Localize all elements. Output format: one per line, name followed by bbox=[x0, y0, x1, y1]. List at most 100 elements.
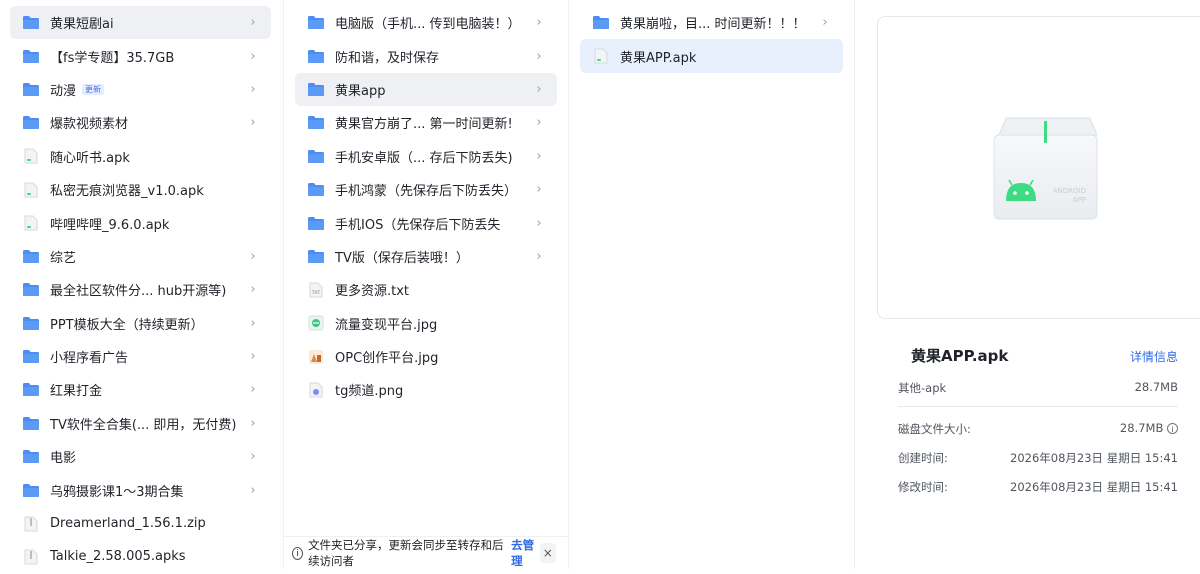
folder-icon bbox=[22, 349, 40, 365]
folder-row[interactable]: TV版（保存后装哦！） › bbox=[295, 240, 557, 273]
folder-icon bbox=[22, 81, 40, 97]
update-badge: 更新 bbox=[82, 83, 105, 95]
folder-icon bbox=[307, 248, 325, 264]
folder-row[interactable]: 黄果崩啦，目... 时间更新！！！ › bbox=[580, 6, 843, 39]
item-name: 更多资源.txt bbox=[335, 284, 410, 300]
chevron-right-icon: › bbox=[536, 115, 542, 131]
folder-row[interactable]: 【fs学专题】35.7GB › bbox=[10, 39, 271, 72]
chevron-right-icon: › bbox=[250, 415, 256, 431]
item-name: OPC创作平台.jpg bbox=[335, 351, 439, 367]
file-row[interactable]: Dreamerland_1.56.1.zip bbox=[10, 507, 271, 540]
image-file-icon bbox=[307, 349, 325, 365]
folder-row[interactable]: 黄果短剧ai › bbox=[10, 6, 271, 40]
item-name: 黄果app bbox=[335, 83, 386, 99]
manage-link[interactable]: 去管理 bbox=[511, 537, 539, 569]
folder-row[interactable]: 爆款视频素材 › bbox=[10, 106, 271, 139]
chevron-right-icon: › bbox=[250, 449, 256, 465]
item-name: 哔哩哔哩_9.6.0.apk bbox=[50, 217, 170, 233]
right-file-list: 黄果崩啦，目... 时间更新！！！ › 黄果APP.apk bbox=[569, 0, 854, 73]
folder-row[interactable]: 综艺 › bbox=[10, 240, 271, 273]
item-name: Dreamerland_1.56.1.zip bbox=[50, 516, 206, 532]
file-row[interactable]: TXT 更多资源.txt bbox=[295, 273, 557, 306]
item-name: 流量变现平台.jpg bbox=[335, 317, 438, 333]
item-name: 手机IOS（先保存后下防丢失 bbox=[335, 217, 501, 233]
folder-icon bbox=[22, 482, 40, 498]
folder-row[interactable]: 手机安卓版（... 存后下防丢失) › bbox=[295, 140, 557, 173]
folder-row[interactable]: 黄果官方崩了... 第一时间更新! › bbox=[295, 106, 557, 139]
chevron-right-icon: › bbox=[250, 115, 256, 131]
chevron-right-icon: › bbox=[536, 215, 542, 231]
chevron-right-icon: › bbox=[250, 382, 256, 398]
item-name: 爆款视频素材 bbox=[50, 117, 129, 133]
image-file-icon bbox=[307, 315, 325, 331]
item-name: 黄果APP.apk bbox=[620, 50, 697, 66]
item-name: 电影 bbox=[50, 451, 77, 467]
info-circle-icon[interactable]: i bbox=[1167, 423, 1178, 434]
file-row[interactable]: 流量变现平台.jpg bbox=[295, 307, 557, 340]
folder-row[interactable]: PPT模板大全（持续更新） › bbox=[10, 307, 271, 340]
folder-row[interactable]: 手机鸿蒙（先保存后下防丢失） › bbox=[295, 173, 557, 206]
folder-row[interactable]: 黄果app › bbox=[295, 72, 557, 107]
file-row[interactable]: tg频道.png bbox=[295, 373, 557, 406]
item-name: 黄果官方崩了... 第一时间更新! bbox=[335, 117, 513, 133]
item-name: tg频道.png bbox=[335, 384, 404, 400]
disk-size-label: 磁盘文件大小: bbox=[898, 422, 971, 436]
chevron-right-icon: › bbox=[250, 248, 256, 264]
folder-row[interactable]: 电脑版（手机... 传到电脑装！） › bbox=[295, 6, 557, 39]
info-icon: i bbox=[292, 546, 304, 560]
apk-file-icon bbox=[22, 215, 40, 231]
created-time-row: 创建时间: 2026年08月23日 星期日 15:41 bbox=[898, 450, 1178, 466]
folder-row[interactable]: 乌鸦摄影课1～3期合集 › bbox=[10, 473, 271, 506]
item-name: 电脑版（手机... 传到电脑装！） bbox=[335, 17, 521, 33]
folder-row[interactable]: TV软件全合集(... 即用，无付费) › bbox=[10, 407, 271, 440]
file-type-label: 其他-apk bbox=[898, 381, 947, 395]
folder-icon bbox=[22, 48, 40, 64]
item-name: 红果打金 bbox=[50, 384, 103, 400]
folder-icon bbox=[22, 315, 40, 331]
item-name: 动漫 bbox=[50, 83, 77, 99]
item-name: 【fs学专题】35.7GB bbox=[50, 50, 175, 66]
item-name: TV软件全合集(... 即用，无付费) bbox=[50, 417, 237, 433]
chevron-right-icon: › bbox=[250, 315, 256, 331]
item-name: PPT模板大全（持续更新） bbox=[50, 317, 204, 333]
file-row[interactable]: 哔哩哔哩_9.6.0.apk bbox=[10, 206, 271, 239]
folder-row[interactable]: 电影 › bbox=[10, 440, 271, 473]
share-notice-bar: i 文件夹已分享，更新会同步至转存和后续访问者 去管理 × bbox=[284, 536, 568, 569]
disk-size-group: 28.7MB i bbox=[1120, 421, 1178, 437]
apk-file-icon bbox=[22, 182, 40, 198]
folder-row[interactable]: 防和谐，及时保存 › bbox=[295, 39, 557, 72]
folder-row[interactable]: 手机IOS（先保存后下防丢失 › bbox=[295, 206, 557, 239]
item-name: TV版（保存后装哦！） bbox=[335, 250, 469, 266]
chevron-right-icon: › bbox=[536, 248, 542, 264]
folder-icon bbox=[307, 48, 325, 64]
details-divider bbox=[898, 406, 1178, 407]
folder-icon bbox=[307, 215, 325, 231]
item-name: 综艺 bbox=[50, 250, 77, 266]
disk-size-row: 磁盘文件大小: 28.7MB i bbox=[898, 421, 1178, 437]
item-name: 黄果短剧ai bbox=[50, 17, 114, 33]
detail-info-link[interactable]: 详情信息 bbox=[1130, 348, 1178, 365]
folder-row[interactable]: 动漫 更新 › bbox=[10, 73, 271, 106]
close-notice-button[interactable]: × bbox=[539, 543, 556, 563]
chevron-right-icon: › bbox=[536, 48, 542, 64]
middle-file-list: 电脑版（手机... 传到电脑装！） › 防和谐，及时保存 › 黄果app › 黄果官方崩了.… bbox=[284, 0, 568, 407]
folder-row[interactable]: 小程序看广告 › bbox=[10, 340, 271, 373]
folder-icon bbox=[592, 15, 610, 31]
created-label: 创建时间: bbox=[898, 451, 948, 465]
file-row[interactable]: 私密无痕浏览器_v1.0.apk bbox=[10, 173, 271, 206]
folder-row[interactable]: 最全社区软件分... hub开源等) › bbox=[10, 273, 271, 306]
svg-text:TXT: TXT bbox=[311, 290, 321, 296]
modified-label: 修改时间: bbox=[898, 480, 948, 494]
image-file-icon bbox=[307, 382, 325, 398]
file-type-row: 其他-apk 28.7MB bbox=[898, 380, 1178, 396]
chevron-right-icon: › bbox=[250, 282, 256, 298]
folder-row[interactable]: 红果打金 › bbox=[10, 373, 271, 406]
file-row[interactable]: 随心听书.apk bbox=[10, 140, 271, 173]
item-name: 手机鸿蒙（先保存后下防丢失） bbox=[335, 184, 518, 200]
left-file-list: 黄果短剧ai › 【fs学专题】35.7GB › 动漫 更新 › 爆款视频素材 › 随心听书.ap… bbox=[0, 0, 283, 574]
file-size-value: 28.7MB bbox=[1134, 380, 1178, 394]
apk-file-icon bbox=[22, 148, 40, 164]
item-name: 手机安卓版（... 存后下防丢失) bbox=[335, 150, 513, 166]
file-row[interactable]: OPC创作平台.jpg bbox=[295, 340, 557, 373]
file-row[interactable]: 黄果APP.apk bbox=[580, 39, 843, 73]
